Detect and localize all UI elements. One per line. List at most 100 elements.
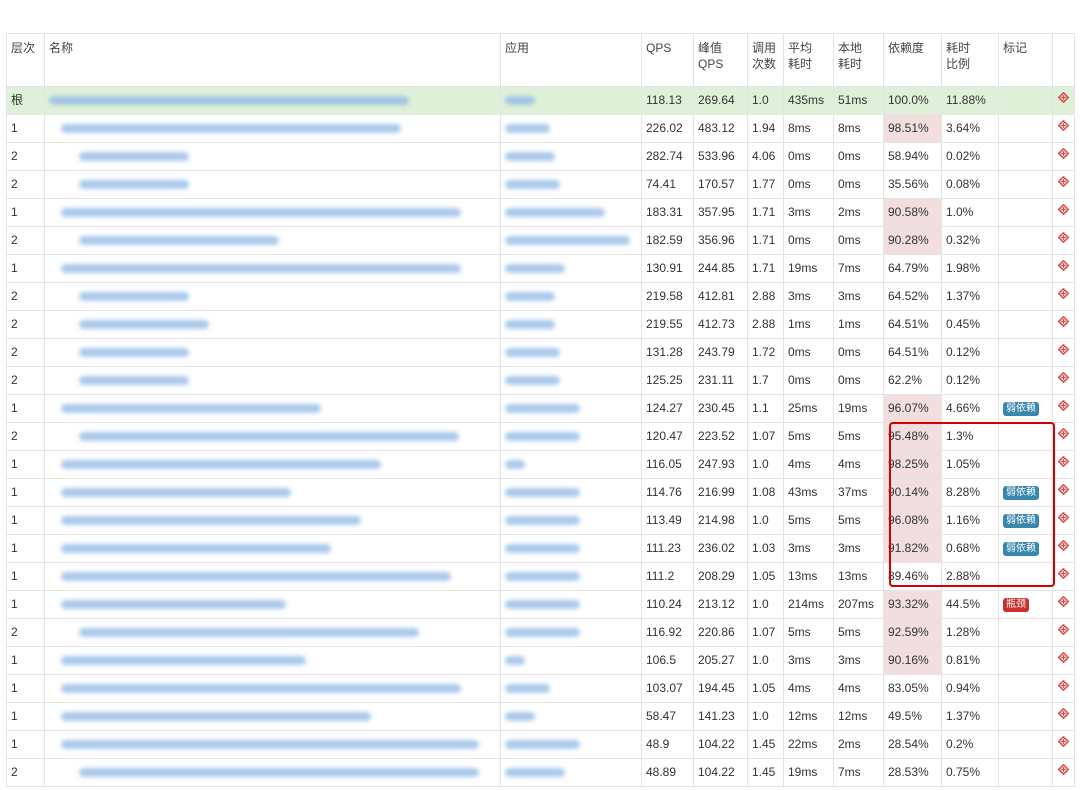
- app-name-link[interactable]: [505, 320, 555, 330]
- row-action[interactable]: [1052, 646, 1075, 675]
- row-service-name[interactable]: [44, 730, 501, 759]
- table-row[interactable]: 1 58.47 141.23 1.0 12ms 12ms 49.5% 1.37%: [6, 702, 1075, 731]
- row-service-name[interactable]: [44, 198, 501, 227]
- row-service-name[interactable]: [44, 506, 501, 535]
- row-service-name[interactable]: [44, 450, 501, 479]
- crosshair-diamond-icon[interactable]: [1057, 651, 1070, 664]
- row-app-name[interactable]: [500, 422, 642, 451]
- service-name-link[interactable]: [79, 236, 279, 246]
- crosshair-diamond-icon[interactable]: [1057, 147, 1070, 160]
- table-row[interactable]: 1 183.31 357.95 1.71 3ms 2ms 90.58% 1.0%: [6, 198, 1075, 227]
- service-name-link[interactable]: [61, 124, 401, 134]
- service-name-link[interactable]: [79, 152, 189, 162]
- row-action[interactable]: [1052, 562, 1075, 591]
- service-name-link[interactable]: [49, 96, 409, 106]
- row-action[interactable]: [1052, 674, 1075, 703]
- service-name-link[interactable]: [61, 264, 461, 274]
- crosshair-diamond-icon[interactable]: [1057, 287, 1070, 300]
- row-action[interactable]: [1052, 450, 1075, 479]
- table-row[interactable]: 1 48.9 104.22 1.45 22ms 2ms 28.54% 0.2%: [6, 730, 1075, 759]
- row-service-name[interactable]: [44, 674, 501, 703]
- crosshair-diamond-icon[interactable]: [1057, 567, 1070, 580]
- row-action[interactable]: [1052, 142, 1075, 171]
- row-app-name[interactable]: [500, 86, 642, 115]
- table-row[interactable]: 2 120.47 223.52 1.07 5ms 5ms 95.48% 1.3%: [6, 422, 1075, 451]
- crosshair-diamond-icon[interactable]: [1057, 763, 1070, 776]
- table-row[interactable]: 2 74.41 170.57 1.77 0ms 0ms 35.56% 0.08%: [6, 170, 1075, 199]
- row-service-name[interactable]: [44, 534, 501, 563]
- row-service-name[interactable]: [44, 282, 501, 311]
- row-app-name[interactable]: [500, 478, 642, 507]
- row-service-name[interactable]: [44, 646, 501, 675]
- service-name-link[interactable]: [61, 656, 306, 666]
- header-app[interactable]: 应用: [500, 33, 642, 87]
- table-row[interactable]: 2 48.89 104.22 1.45 19ms 7ms 28.53% 0.75%: [6, 758, 1075, 787]
- service-name-link[interactable]: [61, 544, 331, 554]
- crosshair-diamond-icon[interactable]: [1057, 203, 1070, 216]
- table-row[interactable]: 2 131.28 243.79 1.72 0ms 0ms 64.51% 0.12%: [6, 338, 1075, 367]
- service-name-link[interactable]: [79, 768, 479, 778]
- row-app-name[interactable]: [500, 674, 642, 703]
- crosshair-diamond-icon[interactable]: [1057, 91, 1070, 104]
- table-row[interactable]: 2 219.55 412.73 2.88 1ms 1ms 64.51% 0.45%: [6, 310, 1075, 339]
- row-app-name[interactable]: [500, 618, 642, 647]
- row-service-name[interactable]: [44, 226, 501, 255]
- row-action[interactable]: [1052, 198, 1075, 227]
- app-name-link[interactable]: [505, 628, 580, 638]
- crosshair-diamond-icon[interactable]: [1057, 539, 1070, 552]
- crosshair-diamond-icon[interactable]: [1057, 483, 1070, 496]
- service-name-link[interactable]: [61, 488, 291, 498]
- row-app-name[interactable]: [500, 702, 642, 731]
- header-mark[interactable]: 标记: [998, 33, 1053, 87]
- app-name-link[interactable]: [505, 544, 580, 554]
- row-action[interactable]: [1052, 702, 1075, 731]
- app-name-link[interactable]: [505, 656, 525, 666]
- row-app-name[interactable]: [500, 730, 642, 759]
- table-row[interactable]: 1 111.23 236.02 1.03 3ms 3ms 91.82% 0.68% 弱依赖: [6, 534, 1075, 563]
- header-time-ratio[interactable]: 耗时 比例: [941, 33, 999, 87]
- row-action[interactable]: [1052, 618, 1075, 647]
- app-name-link[interactable]: [505, 376, 560, 386]
- row-service-name[interactable]: [44, 590, 501, 619]
- service-name-link[interactable]: [79, 432, 459, 442]
- row-app-name[interactable]: [500, 450, 642, 479]
- service-name-link[interactable]: [79, 348, 189, 358]
- app-name-link[interactable]: [505, 180, 560, 190]
- crosshair-diamond-icon[interactable]: [1057, 623, 1070, 636]
- row-action[interactable]: [1052, 590, 1075, 619]
- row-action[interactable]: [1052, 114, 1075, 143]
- row-action[interactable]: [1052, 170, 1075, 199]
- app-name-link[interactable]: [505, 236, 630, 246]
- row-action[interactable]: [1052, 730, 1075, 759]
- row-service-name[interactable]: [44, 114, 501, 143]
- row-app-name[interactable]: [500, 114, 642, 143]
- row-service-name[interactable]: [44, 338, 501, 367]
- crosshair-diamond-icon[interactable]: [1057, 315, 1070, 328]
- table-row[interactable]: 2 116.92 220.86 1.07 5ms 5ms 92.59% 1.28%: [6, 618, 1075, 647]
- row-service-name[interactable]: [44, 478, 501, 507]
- crosshair-diamond-icon[interactable]: [1057, 371, 1070, 384]
- row-app-name[interactable]: [500, 534, 642, 563]
- row-service-name[interactable]: [44, 254, 501, 283]
- table-row[interactable]: 1 130.91 244.85 1.71 19ms 7ms 64.79% 1.98%: [6, 254, 1075, 283]
- row-action[interactable]: [1052, 338, 1075, 367]
- table-row[interactable]: 1 113.49 214.98 1.0 5ms 5ms 96.08% 1.16% 弱依赖: [6, 506, 1075, 535]
- row-action[interactable]: [1052, 254, 1075, 283]
- row-app-name[interactable]: [500, 758, 642, 787]
- app-name-link[interactable]: [505, 96, 535, 106]
- row-service-name[interactable]: [44, 170, 501, 199]
- row-app-name[interactable]: [500, 226, 642, 255]
- row-action[interactable]: [1052, 506, 1075, 535]
- table-row[interactable]: 2 219.58 412.81 2.88 3ms 3ms 64.52% 1.37%: [6, 282, 1075, 311]
- row-service-name[interactable]: [44, 394, 501, 423]
- service-name-link[interactable]: [61, 208, 461, 218]
- app-name-link[interactable]: [505, 124, 550, 134]
- service-name-link[interactable]: [79, 376, 189, 386]
- crosshair-diamond-icon[interactable]: [1057, 231, 1070, 244]
- crosshair-diamond-icon[interactable]: [1057, 595, 1070, 608]
- row-action[interactable]: [1052, 86, 1075, 115]
- header-name[interactable]: 名称: [44, 33, 501, 87]
- header-avg-time[interactable]: 平均 耗时: [783, 33, 834, 87]
- service-name-link[interactable]: [61, 404, 321, 414]
- service-name-link[interactable]: [61, 600, 286, 610]
